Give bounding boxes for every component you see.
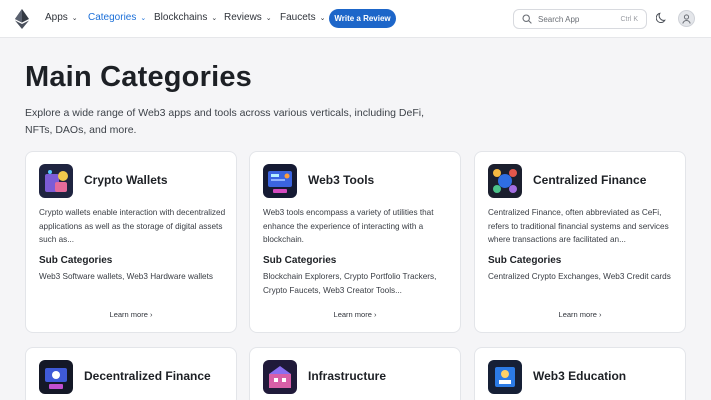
infrastructure-icon: [263, 360, 297, 394]
tools-icon: [263, 164, 297, 198]
category-card-web3-tools[interactable]: Web3 Tools Web3 tools encompass a variet…: [249, 151, 461, 333]
chevron-down-icon: ⌄: [319, 14, 326, 22]
top-navbar: Apps ⌄ Categories ⌄ Blockchains ⌄ Review…: [0, 0, 711, 38]
category-card-crypto-wallets[interactable]: Crypto Wallets Crypto wallets enable int…: [25, 151, 237, 333]
card-subcategories-heading: Sub Categories: [39, 255, 113, 266]
ethereum-logo-icon[interactable]: [15, 9, 29, 29]
card-description: Centralized Finance, often abbreviated a…: [488, 208, 669, 244]
search-input[interactable]: Search App Ctrl K: [513, 9, 647, 29]
write-review-button[interactable]: Write a Review: [329, 9, 396, 28]
chevron-down-icon: ⌄: [265, 14, 272, 22]
card-title: Web3 Tools: [308, 173, 375, 187]
nav-item-label: Faucets: [280, 12, 316, 23]
category-card-web3-education[interactable]: Web3 Education: [474, 347, 686, 400]
nav-item-categories[interactable]: Categories ⌄: [88, 12, 146, 23]
search-shortcut: Ctrl K: [620, 15, 639, 23]
learn-more-link[interactable]: Learn more ›: [250, 310, 460, 319]
nav-item-faucets[interactable]: Faucets ⌄: [280, 12, 325, 23]
card-subcategories-list: Blockchain Explorers, Crypto Portfolio T…: [263, 272, 437, 295]
card-title: Centralized Finance: [533, 173, 647, 187]
card-subcategories-list: Centralized Crypto Exchanges, Web3 Credi…: [488, 272, 671, 281]
card-description: Crypto wallets enable interaction with d…: [39, 208, 226, 244]
card-title: Decentralized Finance: [84, 369, 211, 383]
nav-item-reviews[interactable]: Reviews ⌄: [224, 12, 272, 23]
nav-item-apps[interactable]: Apps ⌄: [45, 12, 78, 23]
category-card-infrastructure[interactable]: Infrastructure: [249, 347, 461, 400]
search-placeholder: Search App: [538, 14, 580, 24]
nav-item-label: Reviews: [224, 12, 262, 23]
page-title: Main Categories: [25, 61, 252, 93]
card-title: Infrastructure: [308, 369, 387, 383]
chevron-down-icon: ⌄: [71, 14, 78, 22]
defi-icon: [39, 360, 73, 394]
search-icon: [522, 14, 532, 24]
card-subcategories-heading: Sub Categories: [263, 255, 337, 266]
category-card-centralized-finance[interactable]: Centralized Finance Centralized Finance,…: [474, 151, 686, 333]
nav-item-label: Categories: [88, 12, 137, 23]
learn-more-link[interactable]: Learn more ›: [26, 310, 236, 319]
cefi-icon: [488, 164, 522, 198]
education-icon: [488, 360, 522, 394]
nav-item-label: Blockchains: [154, 12, 208, 23]
dark-mode-toggle-icon[interactable]: [656, 12, 668, 24]
wallet-icon: [39, 164, 73, 198]
card-subcategories-heading: Sub Categories: [488, 255, 562, 266]
card-description: Web3 tools encompass a variety of utilit…: [263, 208, 434, 244]
page-subtitle: Explore a wide range of Web3 apps and to…: [25, 107, 425, 136]
learn-more-link[interactable]: Learn more ›: [475, 310, 685, 319]
user-icon: [682, 13, 691, 24]
card-title: Crypto Wallets: [84, 173, 168, 187]
nav-item-blockchains[interactable]: Blockchains ⌄: [154, 12, 217, 23]
nav-item-label: Apps: [45, 12, 68, 23]
chevron-down-icon: ⌄: [211, 14, 218, 22]
card-title: Web3 Education: [533, 369, 627, 383]
category-card-decentralized-finance[interactable]: Decentralized Finance: [25, 347, 237, 400]
card-subcategories-list: Web3 Software wallets, Web3 Hardware wal…: [39, 272, 213, 281]
chevron-down-icon: ⌄: [140, 14, 147, 22]
user-avatar[interactable]: [678, 10, 695, 27]
